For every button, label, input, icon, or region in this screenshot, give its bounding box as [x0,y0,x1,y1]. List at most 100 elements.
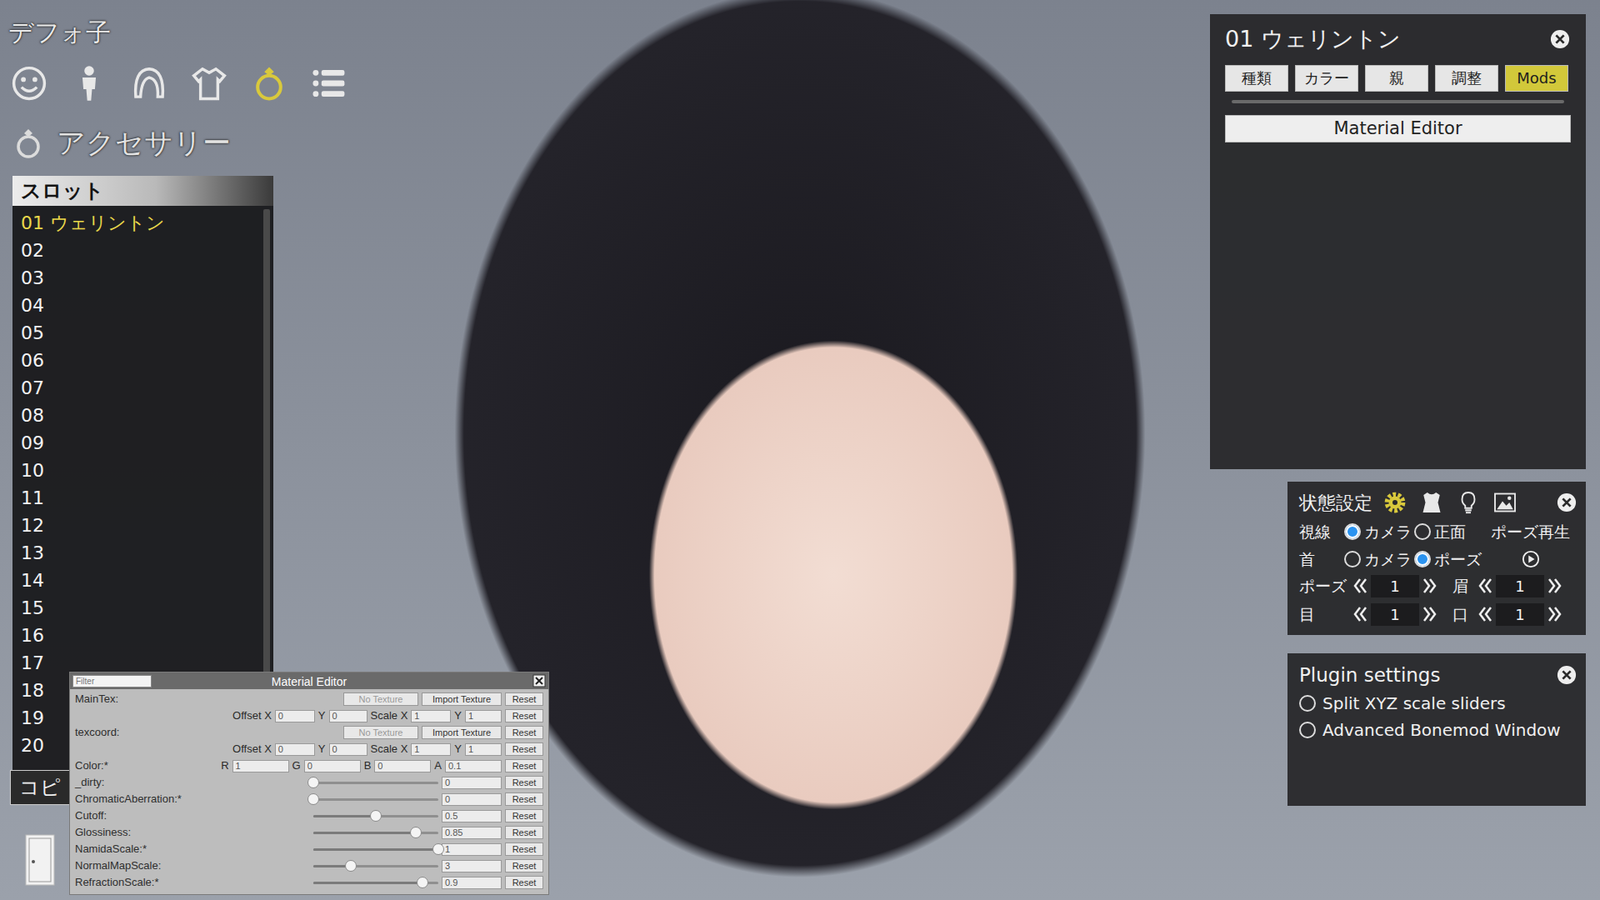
chevron-right-icon[interactable] [1422,605,1438,624]
category-button[interactable] [8,62,50,105]
slot-item[interactable]: 05 [12,319,274,347]
stepper-value[interactable]: 1 [1495,603,1545,626]
slider-knob[interactable] [370,810,382,822]
state-tool-button[interactable] [1454,488,1483,517]
category-button[interactable] [248,62,290,105]
close-icon[interactable] [1555,664,1578,686]
play-icon[interactable] [1521,550,1540,569]
chevron-left-icon[interactable] [1352,605,1368,624]
material-editor-button[interactable]: Material Editor [1225,115,1571,144]
offset-y-input[interactable]: 0 [329,743,368,756]
category-button[interactable] [68,62,110,105]
reset-button[interactable]: Reset [505,809,544,823]
slot-item[interactable]: 02 [12,236,274,265]
stepper-value[interactable]: 1 [1495,575,1545,598]
state-tool-button[interactable] [1417,488,1446,517]
door-icon[interactable] [23,833,57,887]
slider-knob[interactable] [432,843,445,855]
reset-button[interactable]: Reset [505,725,544,740]
category-button[interactable] [128,62,170,105]
reset-button[interactable]: Reset [505,842,544,856]
reset-button[interactable]: Reset [505,859,544,873]
filter-input[interactable] [72,675,152,688]
value-input[interactable]: 3 [441,860,502,873]
category-button[interactable] [188,62,230,105]
accessory-tab[interactable]: 親 [1365,65,1429,92]
accessory-tab[interactable]: Mods [1505,65,1569,92]
value-input[interactable]: 0 [441,793,502,806]
slot-item[interactable]: 03 [12,264,274,292]
value-input[interactable]: 1 [441,843,502,856]
chevron-left-icon[interactable] [1477,576,1493,595]
slot-item[interactable]: 04 [12,291,274,320]
radio-option[interactable]: カメラ [1344,520,1415,545]
offset-x-input[interactable]: 0 [275,710,315,723]
radio-dot[interactable] [1344,523,1361,540]
plugin-option[interactable]: Split XYZ scale sliders [1299,690,1578,717]
radio-dot[interactable] [1414,550,1431,568]
slot-item[interactable]: 14 [12,566,274,595]
reset-button[interactable]: Reset [505,775,544,790]
option-toggle[interactable] [1299,721,1316,739]
slot-item[interactable]: 15 [12,594,274,622]
material-editor-titlebar[interactable]: Material Editor [70,672,549,690]
radio-option[interactable]: カメラ [1344,547,1415,572]
reset-button[interactable]: Reset [505,692,544,706]
slider-track[interactable] [313,859,439,873]
state-tool-button[interactable] [1380,488,1410,517]
close-icon[interactable] [1549,28,1571,50]
slider-knob[interactable] [345,860,357,872]
slot-item[interactable]: 01 ウェリントン [12,209,274,237]
channel-input[interactable]: 0 [374,760,431,773]
accessory-tab[interactable]: 調整 [1435,65,1499,92]
channel-input[interactable]: 0.1 [445,760,502,773]
slider-track[interactable] [313,792,439,806]
reset-button[interactable]: Reset [505,709,544,723]
slot-item[interactable]: 13 [12,539,274,567]
radio-dot[interactable] [1344,550,1361,568]
radio-dot[interactable] [1414,523,1431,540]
stepper-value[interactable]: 1 [1370,575,1420,598]
chevron-left-icon[interactable] [1477,605,1493,624]
value-input[interactable]: 0.5 [441,810,502,823]
slider-track[interactable] [313,775,439,790]
slider-knob[interactable] [410,826,422,839]
scale-x-input[interactable]: 1 [410,710,451,723]
reset-button[interactable]: Reset [505,875,544,890]
chevron-right-icon[interactable] [1547,576,1563,595]
scale-y-input[interactable]: 1 [465,743,502,756]
scale-x-input[interactable]: 1 [410,743,451,756]
slot-item[interactable]: 08 [12,401,274,430]
value-input[interactable]: 0.9 [441,876,502,890]
reset-button[interactable]: Reset [505,792,544,806]
slider-track[interactable] [313,825,439,840]
slot-item[interactable]: 11 [12,484,274,512]
slot-item[interactable]: 06 [12,346,274,375]
reset-button[interactable]: Reset [505,742,544,756]
reset-button[interactable]: Reset [505,759,544,773]
slider-knob[interactable] [416,876,429,889]
slider-track[interactable] [313,809,439,823]
value-input[interactable]: 0 [441,776,502,790]
chevron-left-icon[interactable] [1352,576,1368,595]
slot-item[interactable]: 09 [12,429,274,457]
chevron-right-icon[interactable] [1547,605,1563,624]
import-texture-button[interactable]: Import Texture [421,692,502,706]
slot-item[interactable]: 16 [12,621,274,650]
channel-input[interactable]: 0 [304,760,361,773]
scale-y-input[interactable]: 1 [465,710,502,723]
slot-item[interactable]: 12 [12,511,274,540]
category-button[interactable] [308,62,350,105]
accessory-tab[interactable]: 種類 [1225,65,1289,92]
radio-option[interactable]: 正面 [1414,520,1491,545]
plugin-option[interactable]: Advanced Bonemod Window [1299,716,1578,744]
slot-item[interactable]: 07 [12,374,274,402]
offset-x-input[interactable]: 0 [275,743,315,756]
slider-track[interactable] [313,842,439,856]
reset-button[interactable]: Reset [505,825,544,840]
stepper-value[interactable]: 1 [1370,603,1420,626]
copy-button[interactable]: コピ [10,770,70,805]
channel-input[interactable]: 1 [232,760,290,773]
radio-option[interactable]: ポーズ [1414,547,1491,572]
slot-item[interactable]: 10 [12,456,274,485]
